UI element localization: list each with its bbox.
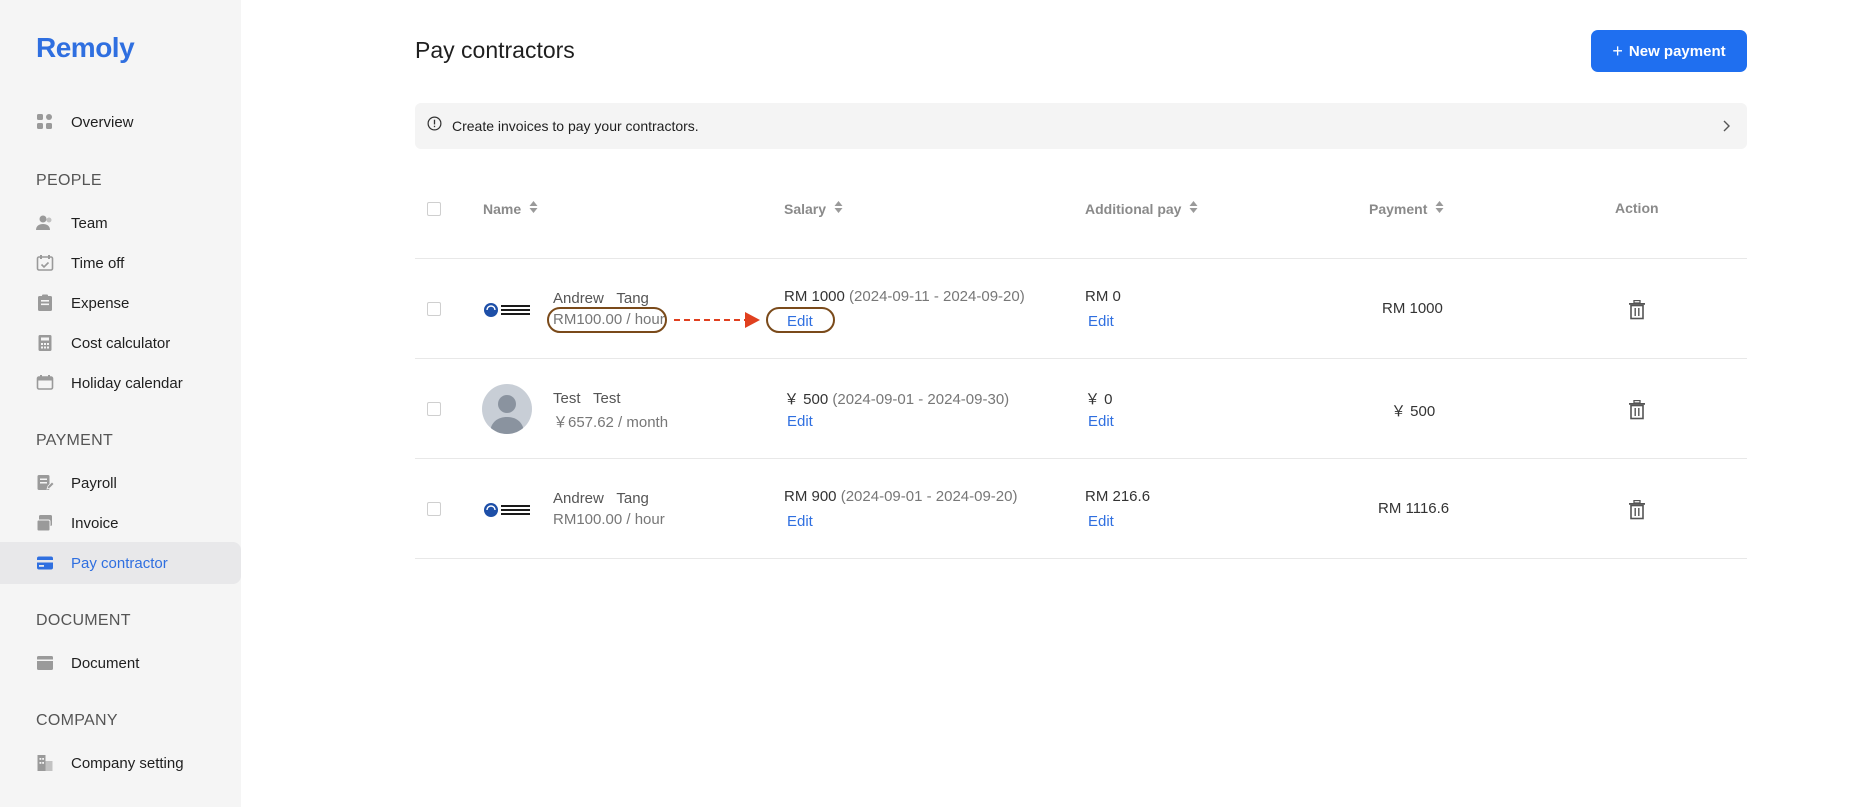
additional-pay-value: RM 216.6 — [1085, 488, 1151, 505]
row-checkbox[interactable] — [427, 302, 441, 316]
annotation-oval-edit — [766, 307, 835, 333]
sidebar-item-label: Overview — [71, 113, 134, 131]
folder-icon — [36, 654, 54, 672]
sidebar-item-document[interactable]: Document — [0, 642, 241, 684]
contractor-name: Andrew Tang — [553, 490, 649, 507]
document-edit-icon — [36, 474, 54, 492]
new-payment-button[interactable]: + New payment — [1591, 30, 1747, 72]
payment-value: RM 1000 — [1382, 300, 1443, 317]
additional-pay-value: RM 0 — [1085, 288, 1121, 305]
credit-card-icon — [36, 554, 54, 572]
plus-icon: + — [1612, 40, 1623, 61]
sidebar-item-payroll[interactable]: Payroll — [0, 462, 241, 504]
sidebar-item-pay-contractor[interactable]: Pay contractor — [0, 542, 241, 584]
payment-value: RM 1116.6 — [1378, 500, 1450, 517]
row-checkbox[interactable] — [427, 502, 441, 516]
section-company: COMPANY — [36, 712, 118, 729]
info-icon — [427, 116, 442, 136]
contractor-name: Andrew Tang — [553, 290, 649, 307]
sort-icon — [529, 200, 538, 217]
info-banner[interactable]: Create invoices to pay your contractors. — [415, 103, 1747, 149]
row-divider — [415, 258, 1747, 259]
page-title: Pay contractors — [415, 37, 575, 63]
calendar-check-icon — [36, 254, 54, 272]
grid-icon — [36, 113, 54, 131]
sidebar-item-team[interactable]: Team — [0, 202, 241, 244]
sidebar-item-label: Team — [71, 214, 108, 232]
row-divider — [415, 458, 1747, 459]
salary-value: RM 900 (2024-09-01 - 2024-09-20) — [784, 488, 1018, 505]
chevron-right-icon[interactable] — [1721, 116, 1733, 141]
additional-pay-edit-link[interactable]: Edit — [1088, 313, 1114, 330]
column-header-label: Name — [483, 200, 522, 217]
sidebar-item-label: Payroll — [71, 474, 117, 492]
row-checkbox[interactable] — [427, 402, 441, 416]
section-people: PEOPLE — [36, 172, 102, 189]
trash-icon[interactable] — [1628, 299, 1646, 320]
additional-pay-edit-link[interactable]: Edit — [1088, 513, 1114, 530]
column-header-name[interactable]: Name — [483, 200, 538, 217]
contractor-name: Test Test — [553, 390, 621, 407]
receipt-icon — [36, 294, 54, 312]
sidebar-item-company-setting[interactable]: Company setting — [0, 742, 241, 784]
annotation-oval-rate — [547, 307, 667, 333]
additional-pay-value: ￥ 0 — [1085, 391, 1113, 408]
row-divider — [415, 358, 1747, 359]
section-document: DOCUMENT — [36, 612, 131, 629]
avatar — [482, 384, 532, 434]
column-header-label: Payment — [1369, 200, 1428, 217]
sidebar-item-expense[interactable]: Expense — [0, 282, 241, 324]
sidebar-item-invoice[interactable]: Invoice — [0, 502, 241, 544]
select-all-checkbox[interactable] — [427, 202, 441, 216]
people-icon — [36, 214, 54, 232]
company-logo — [484, 499, 536, 521]
sidebar-item-label: Holiday calendar — [71, 374, 183, 392]
payment-value: ￥ 500 — [1391, 403, 1436, 420]
row-divider — [415, 558, 1747, 559]
column-header-payment[interactable]: Payment — [1369, 200, 1444, 217]
section-payment: PAYMENT — [36, 432, 114, 449]
sidebar-item-label: Document — [71, 654, 140, 672]
sidebar: Remoly Overview PEOPLE Team Time off Exp… — [0, 0, 241, 807]
sort-icon — [834, 200, 843, 217]
sidebar-item-time-off[interactable]: Time off — [0, 242, 241, 284]
new-payment-label: New payment — [1628, 42, 1726, 60]
sidebar-item-holiday-calendar[interactable]: Holiday calendar — [0, 362, 241, 404]
additional-pay-edit-link[interactable]: Edit — [1088, 413, 1114, 430]
contractor-rate: RM100.00 / hour — [553, 511, 665, 528]
sidebar-item-cost-calculator[interactable]: Cost calculator — [0, 322, 241, 364]
info-text: Create invoices to pay your contractors. — [452, 118, 699, 134]
sidebar-item-label: Invoice — [71, 514, 119, 532]
invoice-icon — [36, 514, 54, 532]
salary-value: RM 1000 (2024-09-11 - 2024-09-20) — [784, 288, 1025, 305]
column-header-action: Action — [1615, 200, 1659, 216]
company-logo — [484, 299, 536, 321]
contractor-rate: ￥657.62 / month — [553, 414, 669, 431]
sort-icon — [1435, 200, 1444, 217]
calendar-icon — [36, 374, 54, 392]
sort-icon — [1189, 200, 1198, 217]
sidebar-item-label: Pay contractor — [71, 554, 168, 572]
trash-icon[interactable] — [1628, 399, 1646, 420]
sidebar-item-label: Company setting — [71, 754, 184, 772]
calculator-icon — [36, 334, 54, 352]
annotation-arrow — [674, 312, 760, 328]
sidebar-item-label: Expense — [71, 294, 130, 312]
column-header-label: Additional pay — [1085, 200, 1182, 217]
column-header-label: Salary — [784, 200, 827, 217]
sidebar-item-overview[interactable]: Overview — [0, 101, 241, 143]
brand-logo[interactable]: Remoly — [36, 32, 135, 64]
sidebar-item-label: Time off — [71, 254, 125, 272]
column-header-salary[interactable]: Salary — [784, 200, 843, 217]
sidebar-item-label: Cost calculator — [71, 334, 171, 352]
salary-edit-link[interactable]: Edit — [787, 513, 813, 530]
salary-value: ￥ 500 (2024-09-01 - 2024-09-30) — [784, 391, 1010, 408]
building-icon — [36, 754, 54, 772]
trash-icon[interactable] — [1628, 499, 1646, 520]
salary-edit-link[interactable]: Edit — [787, 413, 813, 430]
column-header-additional-pay[interactable]: Additional pay — [1085, 200, 1198, 217]
